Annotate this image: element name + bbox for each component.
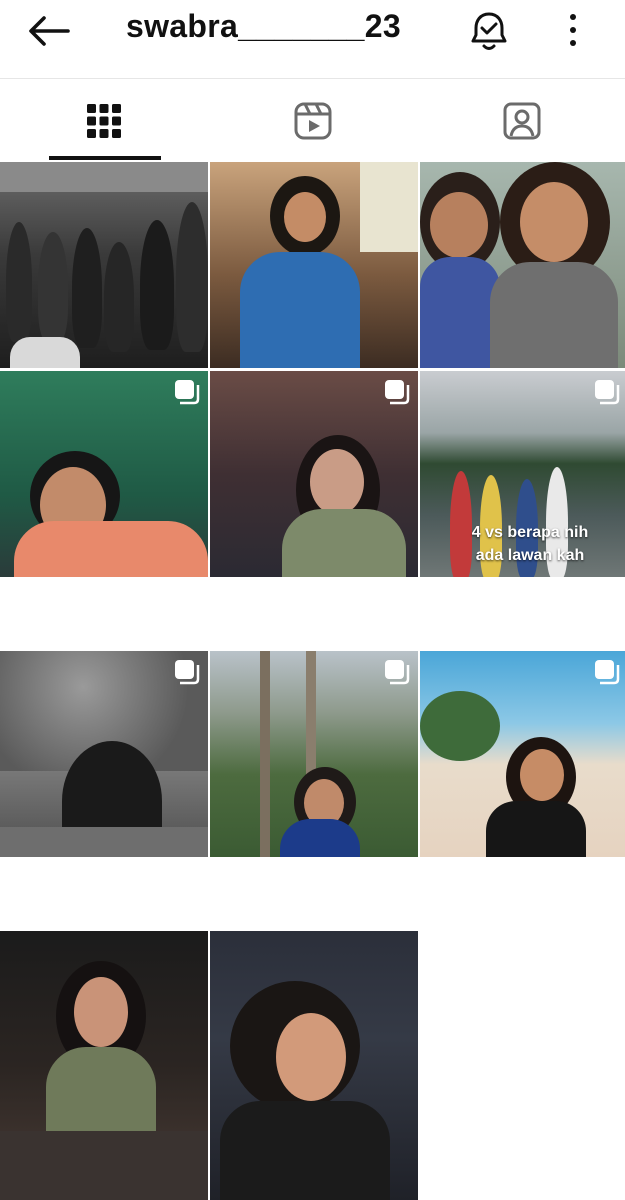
multiple-images-icon bbox=[175, 380, 200, 405]
more-vertical-icon[interactable] bbox=[560, 12, 586, 48]
post-thumbnail[interactable] bbox=[210, 931, 418, 1200]
grid-icon bbox=[87, 103, 121, 138]
profile-header: swabra_______23 bbox=[0, 0, 625, 79]
post-thumbnail[interactable] bbox=[210, 371, 418, 577]
grid-divider bbox=[0, 928, 625, 931]
post-thumbnail[interactable] bbox=[420, 651, 625, 857]
post-thumbnail[interactable] bbox=[0, 931, 208, 1200]
post-caption-overlay: 4 vs berapa nih ada lawan kah bbox=[471, 524, 589, 564]
multiple-images-icon bbox=[175, 660, 200, 685]
grid-divider bbox=[418, 162, 420, 932]
username-title: swabra_______23 bbox=[126, 8, 401, 44]
multiple-images-icon bbox=[385, 660, 410, 685]
selected-tab-indicator bbox=[49, 156, 161, 160]
arrow-left-icon[interactable] bbox=[26, 14, 72, 48]
tab-reels[interactable] bbox=[209, 79, 417, 162]
tab-posts-grid[interactable] bbox=[0, 79, 208, 162]
post-thumbnail[interactable] bbox=[420, 162, 625, 368]
post-thumbnail[interactable] bbox=[0, 162, 208, 368]
multiple-images-icon bbox=[385, 380, 410, 405]
post-thumbnail[interactable] bbox=[210, 162, 418, 368]
multiple-images-icon bbox=[595, 660, 620, 685]
post-thumbnail[interactable] bbox=[0, 371, 208, 577]
grid-divider bbox=[208, 162, 210, 1200]
profile-tabs bbox=[0, 79, 625, 162]
post-thumbnail[interactable] bbox=[0, 651, 208, 857]
multiple-images-icon bbox=[595, 380, 620, 405]
tab-tagged[interactable] bbox=[418, 79, 625, 162]
post-thumbnail[interactable]: 4 vs berapa nih ada lawan kah bbox=[420, 371, 625, 577]
reels-icon bbox=[294, 102, 332, 139]
empty-grid-cell bbox=[420, 931, 625, 1200]
grid-divider bbox=[0, 368, 625, 371]
tagged-person-icon bbox=[503, 102, 541, 139]
post-thumbnail[interactable] bbox=[210, 651, 418, 857]
bell-check-icon[interactable] bbox=[470, 11, 508, 51]
grid-divider bbox=[0, 648, 625, 651]
posts-grid: 4 vs berapa nih ada lawan kah bbox=[0, 162, 625, 1200]
